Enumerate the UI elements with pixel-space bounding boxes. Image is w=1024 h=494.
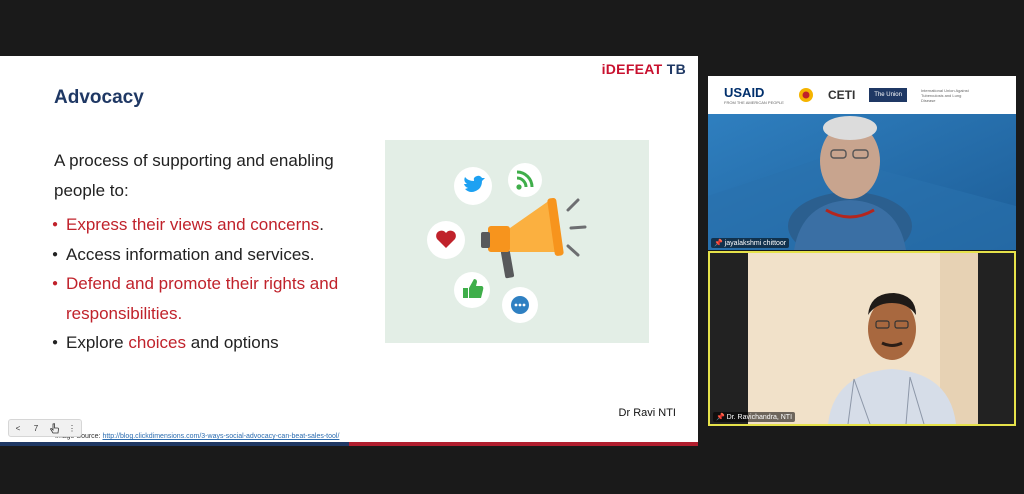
slide-number: 7 — [33, 423, 39, 433]
heart-icon — [427, 221, 465, 259]
emblem-logo — [798, 88, 813, 102]
slide-footer-bar — [0, 442, 698, 446]
bullet-list: Express their views and concerns. Access… — [52, 210, 372, 358]
advocacy-illustration — [385, 140, 649, 343]
the-union-logo: The Union — [869, 88, 907, 102]
bullet-item: Access information and services. — [52, 240, 372, 270]
presentation-slide: iDEFEAT TB Advocacy A process of support… — [0, 56, 698, 446]
bullet-item: Express their views and concerns. — [52, 210, 372, 240]
pin-icon: 📌 — [716, 414, 725, 421]
slide-navigation-bar: < 7 ⋮ — [8, 419, 82, 437]
slide-intro: A process of supporting and enabling peo… — [54, 151, 334, 200]
bullet-item: Explore choices and options — [52, 328, 372, 358]
thumbs-up-icon — [454, 272, 490, 308]
usaid-logo: USAID — [724, 85, 765, 100]
sponsor-logo-banner: USAID FROM THE AMERICAN PEOPLE CETI The … — [708, 76, 1016, 114]
idefeat-tb-logo: iDEFEAT TB — [601, 61, 686, 77]
active-speaker-video-tile[interactable]: 📌 Dr. Ravichandra, NTI — [708, 251, 1016, 426]
pin-icon: 📌 — [714, 240, 723, 247]
bullet-item: Defend and promote their rights and resp… — [52, 269, 372, 328]
chat-bubble-icon — [502, 287, 538, 323]
pointer-icon[interactable] — [47, 421, 61, 435]
slide-title: Advocacy — [54, 87, 144, 108]
previous-slide-button[interactable]: < — [11, 421, 25, 435]
slide-credit: Dr Ravi NTI — [618, 407, 676, 419]
participant-video-tile[interactable]: USAID FROM THE AMERICAN PEOPLE CETI The … — [708, 76, 1016, 250]
ceti-logo: CETI — [827, 88, 856, 102]
participant-name: 📌 jayalakshmi chittoor — [711, 238, 790, 248]
rss-icon — [508, 163, 542, 197]
image-source: Image Source: http://blog.clickdimension… — [55, 433, 340, 440]
participant-name: 📌 Dr. Ravichandra, NTI — [713, 412, 796, 422]
image-source-link[interactable]: http://blog.clickdimensions.com/3-ways-s… — [102, 433, 339, 440]
megaphone-icon — [481, 197, 587, 279]
twitter-icon — [454, 167, 492, 205]
more-options-button[interactable]: ⋮ — [65, 421, 79, 435]
